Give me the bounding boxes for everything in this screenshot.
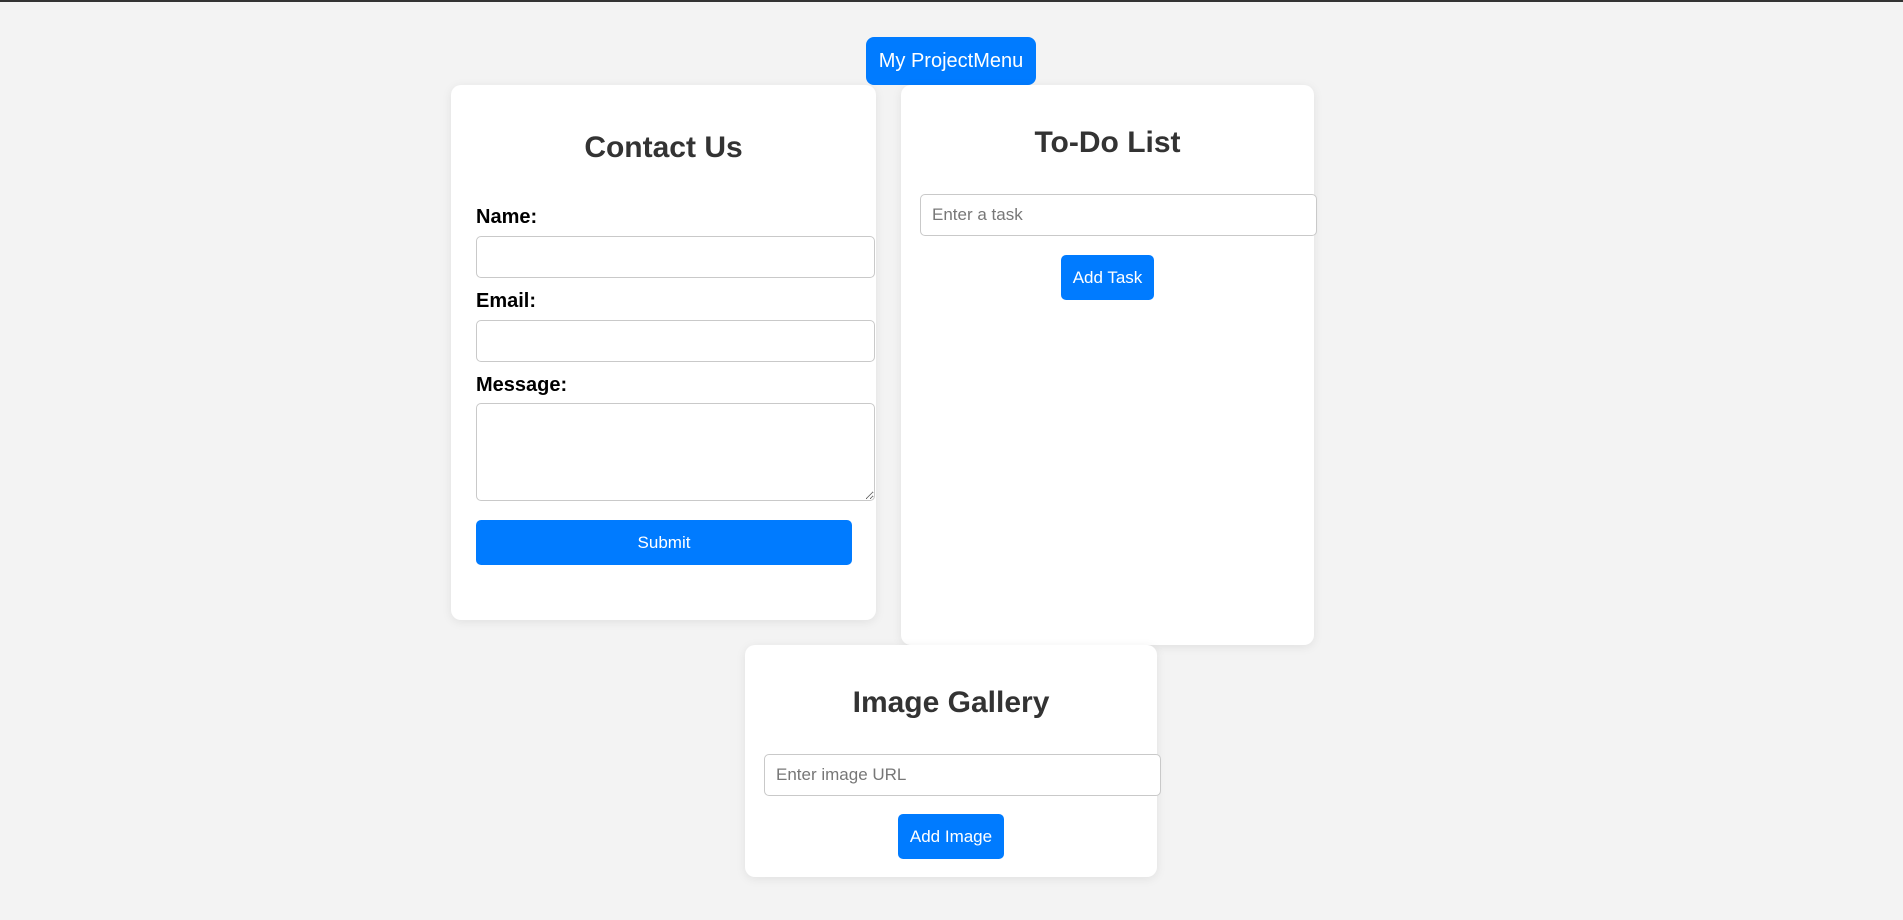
- project-menu-button[interactable]: My ProjectMenu: [866, 37, 1036, 85]
- todo-card: To-Do List Add Task: [901, 85, 1317, 645]
- add-image-button[interactable]: Add Image: [898, 814, 1004, 859]
- name-label: Name:: [476, 206, 538, 228]
- image-gallery-card: Image Gallery Add Image: [745, 645, 1161, 877]
- add-task-button[interactable]: Add Task: [1061, 255, 1154, 300]
- window-top-border: [0, 0, 1903, 2]
- gallery-title: Image Gallery: [852, 686, 1050, 719]
- todo-title: To-Do List: [1034, 126, 1181, 159]
- message-label: Message:: [476, 374, 568, 396]
- task-input[interactable]: [920, 194, 1317, 236]
- contact-form-card: Contact Us Name: Email: Message: Submit: [451, 85, 876, 620]
- name-input[interactable]: [476, 236, 875, 278]
- email-input[interactable]: [476, 320, 875, 362]
- contact-title: Contact Us: [584, 131, 743, 164]
- submit-button[interactable]: Submit: [476, 520, 852, 565]
- message-textarea[interactable]: [476, 403, 875, 501]
- email-label: Email:: [476, 290, 537, 312]
- image-url-input[interactable]: [764, 754, 1161, 796]
